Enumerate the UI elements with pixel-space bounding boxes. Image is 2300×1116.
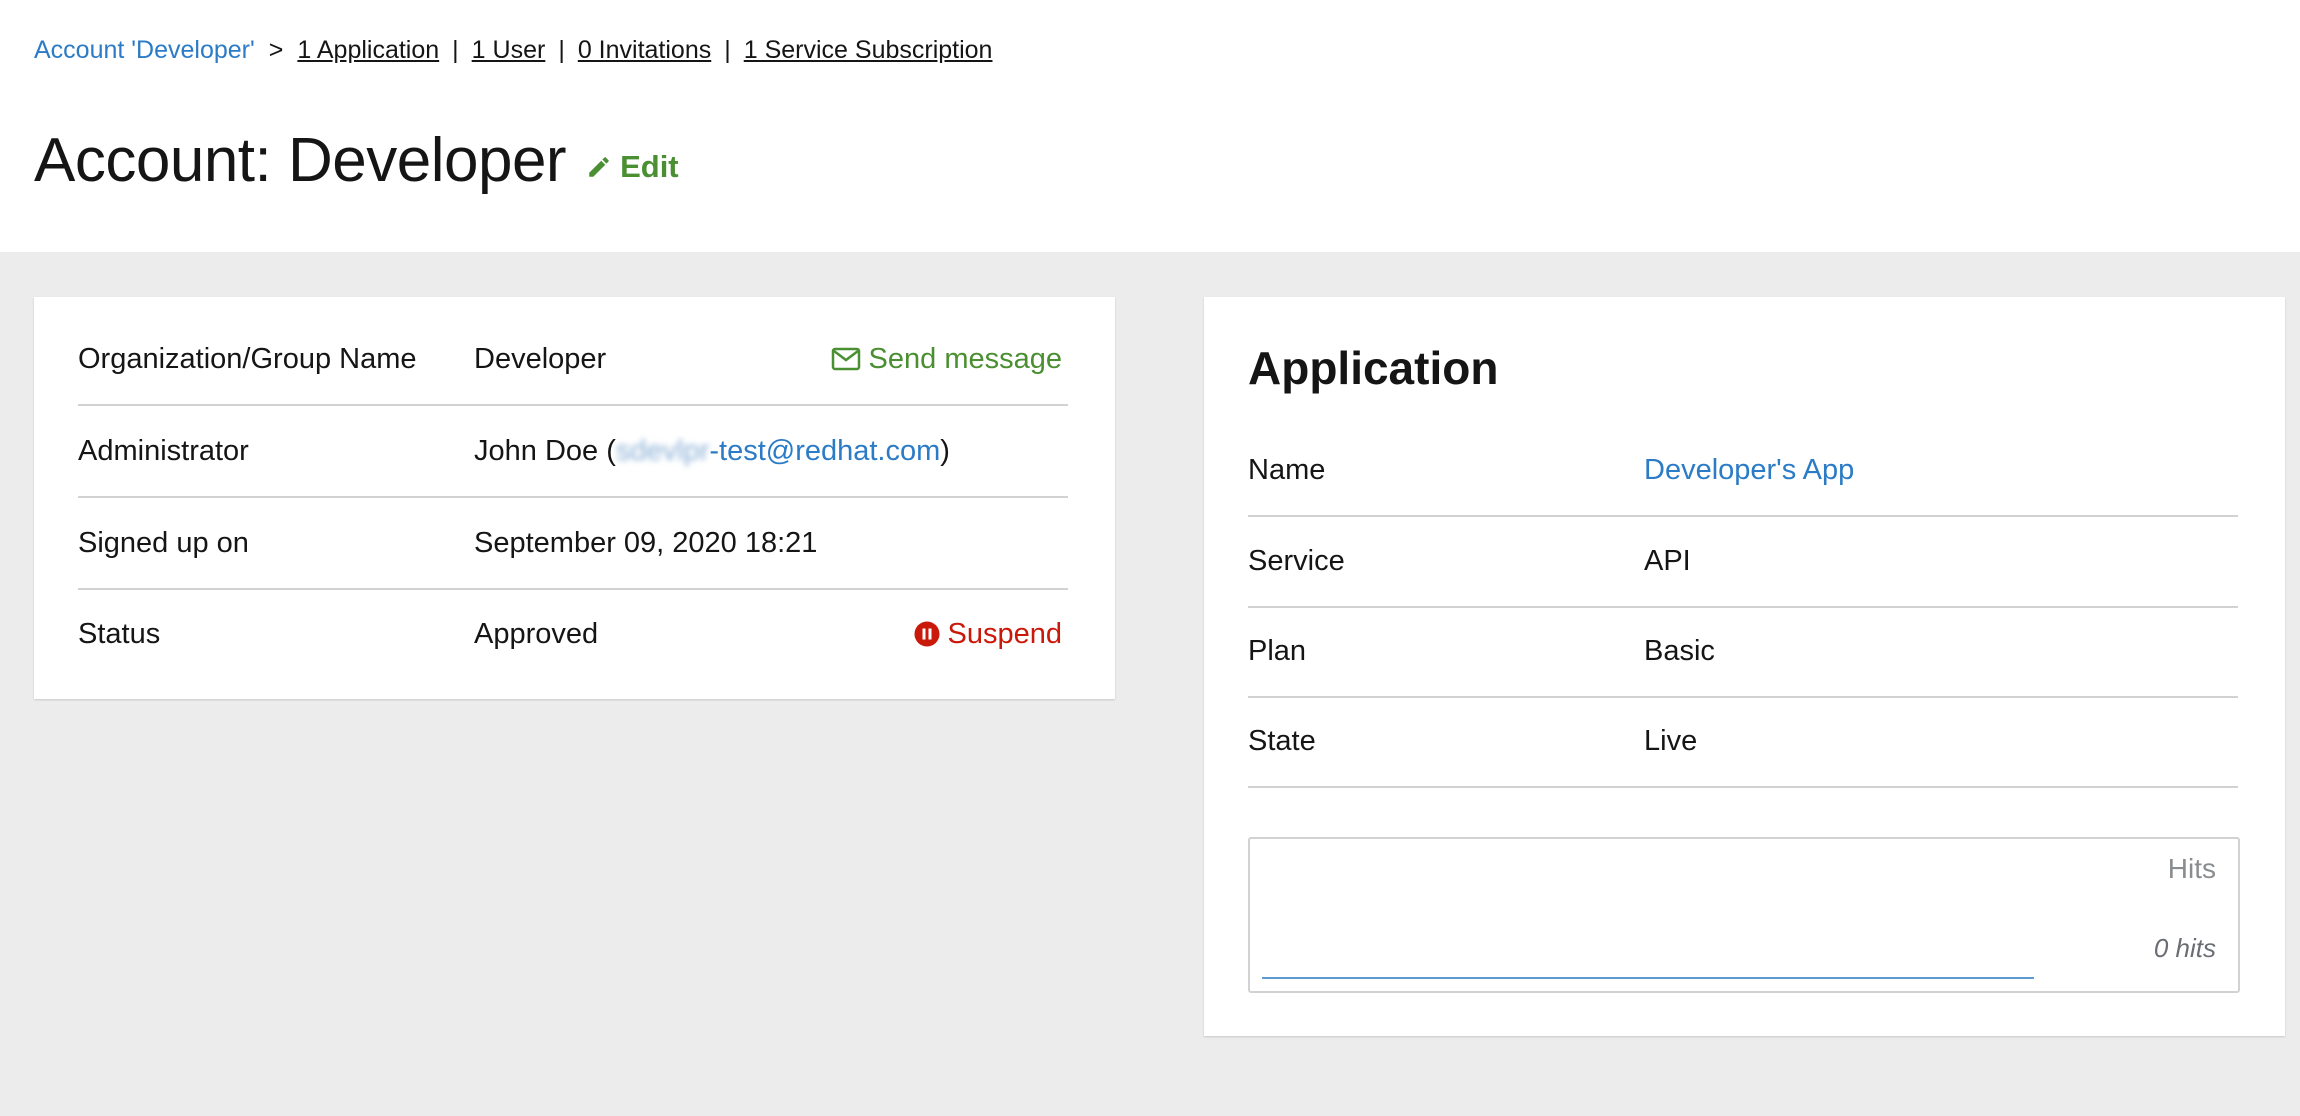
account-details-card: Organization/Group Name Developer Send m… <box>34 297 1115 699</box>
edit-label: Edit <box>620 149 679 184</box>
administrator-value: John Doe (sdevlpr-test@redhat.com) <box>474 435 1068 468</box>
email-visible-part: -test@redhat.com <box>709 434 941 467</box>
page-title: Account: Developer <box>34 125 567 195</box>
application-service-label: Service <box>1248 545 1345 577</box>
breadcrumb: Account 'Developer' > 1 Application | 1 … <box>34 30 992 70</box>
applications-link[interactable]: 1 Application <box>297 36 439 65</box>
email-blurred-part: sdevlpr <box>615 434 710 467</box>
edit-button[interactable]: Edit <box>586 149 679 185</box>
status-row: Status Approved Suspend <box>78 589 1068 679</box>
administrator-label: Administrator <box>78 434 249 467</box>
application-state-label: State <box>1248 725 1316 757</box>
application-plan-value: Basic <box>1644 635 1715 667</box>
send-message-label: Send message <box>868 342 1062 375</box>
status-value: Approved <box>474 617 599 650</box>
application-service-row: Service API <box>1248 517 2238 608</box>
hits-sparkline <box>1262 977 2034 979</box>
organization-label: Organization/Group Name <box>78 342 417 375</box>
breadcrumb-divider: | <box>558 35 565 64</box>
signed-up-label: Signed up on <box>78 526 249 559</box>
service-subscriptions-link[interactable]: 1 Service Subscription <box>744 36 993 65</box>
hits-value: 0 hits <box>2153 933 2216 963</box>
application-name-row: Name Developer's App <box>1248 426 2238 517</box>
pencil-icon <box>589 157 609 177</box>
signed-up-value: September 09, 2020 18:21 <box>474 526 818 559</box>
status-label: Status <box>78 617 161 650</box>
application-name-link[interactable]: Developer's App <box>1644 454 1854 486</box>
breadcrumb-divider: | <box>452 35 459 64</box>
page-title-row: Account: Developer Edit <box>34 120 679 200</box>
application-state-value: Live <box>1644 725 1698 757</box>
signed-up-row: Signed up on September 09, 2020 18:21 <box>78 498 1068 590</box>
breadcrumb-account-link[interactable]: Account 'Developer' <box>34 36 255 65</box>
organization-row: Organization/Group Name Developer Send m… <box>78 314 1068 406</box>
application-card: Application Name Developer's App Service… <box>1204 297 2285 1036</box>
application-name-label: Name <box>1248 454 1326 486</box>
pause-circle-icon <box>914 621 939 647</box>
envelope-icon <box>831 347 860 371</box>
application-state-row: State Live <box>1248 697 2238 788</box>
application-title: Application <box>1248 342 1499 394</box>
breadcrumb-divider: | <box>724 35 731 64</box>
application-plan-row: Plan Basic <box>1248 607 2238 698</box>
application-service-value: API <box>1644 545 1691 577</box>
organization-value: Developer <box>474 342 607 375</box>
users-link[interactable]: 1 User <box>472 36 546 65</box>
administrator-email-link[interactable]: sdevlpr-test@redhat.com <box>616 435 940 467</box>
hits-chart: Hits 0 hits <box>1248 837 2240 993</box>
hits-label: Hits <box>2167 853 2216 884</box>
administrator-name: John Doe ( <box>474 434 616 467</box>
administrator-suffix: ) <box>940 434 950 467</box>
application-plan-label: Plan <box>1248 635 1307 667</box>
send-message-button[interactable]: Send message <box>831 343 1062 376</box>
suspend-button[interactable]: Suspend <box>914 617 1063 651</box>
page-header: Account 'Developer' > 1 Application | 1 … <box>0 0 2300 252</box>
invitations-link[interactable]: 0 Invitations <box>578 36 711 65</box>
suspend-label: Suspend <box>947 617 1063 650</box>
breadcrumb-separator: > <box>268 35 284 64</box>
administrator-row: Administrator John Doe (sdevlpr-test@red… <box>78 406 1068 498</box>
